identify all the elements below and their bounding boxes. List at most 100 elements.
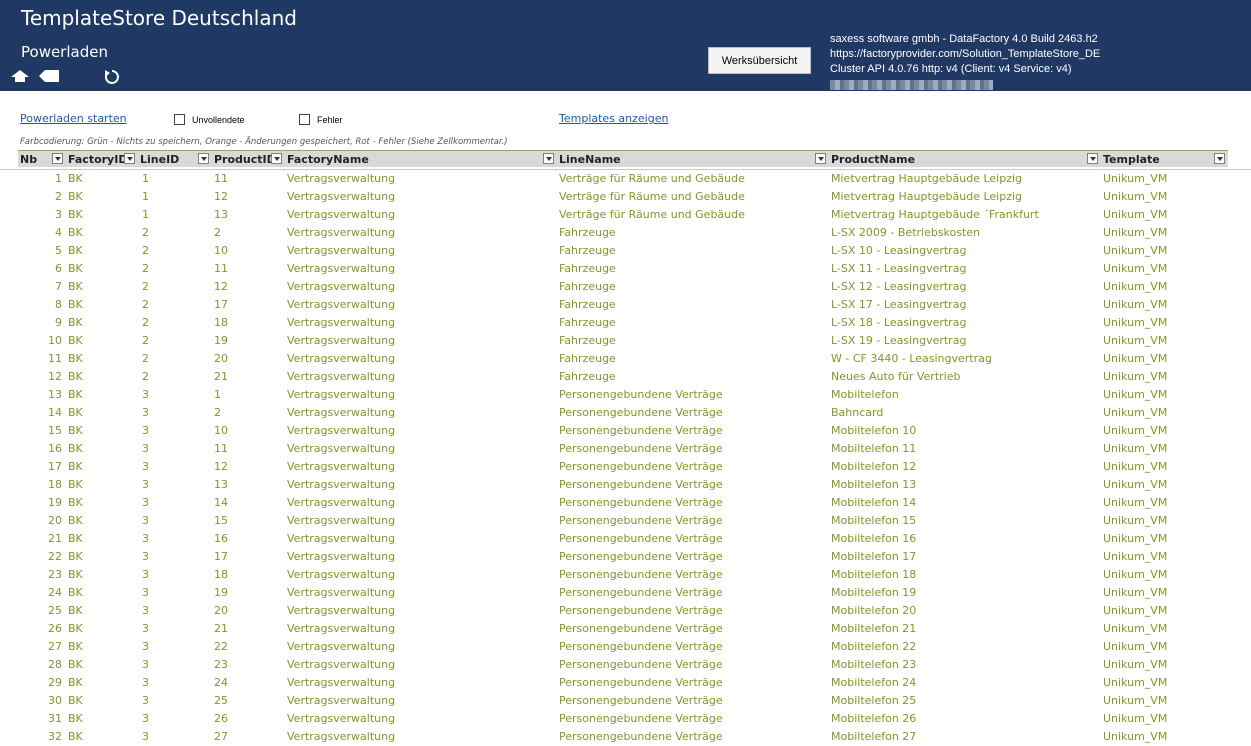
table-row[interactable]: 26 BK 3 21 Vertragsverwaltung Personengebunde…: [0, 620, 1251, 638]
cell-template: Unikum_VM: [1103, 370, 1168, 383]
cell-factory-id: BK: [68, 298, 83, 311]
table-row[interactable]: 8 BK 2 17 Vertragsverwaltung Fahrzeuge L-SX 17…: [0, 296, 1251, 314]
cell-template: Unikum_VM: [1103, 514, 1168, 527]
table-row[interactable]: 15 BK 3 10 Vertragsverwaltung Personengebunde…: [0, 422, 1251, 440]
table-row[interactable]: 18 BK 3 13 Vertragsverwaltung Personengebunde…: [0, 476, 1251, 494]
cell-product-id: 20: [214, 604, 228, 617]
show-templates-link[interactable]: Templates anzeigen: [559, 112, 668, 125]
cell-factory-id: BK: [68, 334, 83, 347]
cell-product-id: 13: [214, 478, 228, 491]
table-row[interactable]: 16 BK 3 11 Vertragsverwaltung Personengebunde…: [0, 440, 1251, 458]
table-row[interactable]: 29 BK 3 24 Vertragsverwaltung Personengebunde…: [0, 674, 1251, 692]
table-row[interactable]: 1 BK 1 11 Vertragsverwaltung Verträge für Räu…: [0, 170, 1251, 188]
refresh-icon[interactable]: [103, 68, 121, 86]
error-checkbox[interactable]: Fehler: [299, 114, 343, 125]
cell-product-name: Mietvertrag Hauptgebäude ´Frankfurt: [831, 208, 1039, 221]
cell-line-name: Verträge für Räume und Gebäude: [559, 208, 745, 221]
cell-line-name: Personengebundene Verträge: [559, 388, 723, 401]
cell-product-id: 13: [214, 208, 228, 221]
table-row[interactable]: 9 BK 2 18 Vertragsverwaltung Fahrzeuge L-SX 18…: [0, 314, 1251, 332]
info-line-2: https://factoryprovider.com/Solution_Tem…: [830, 48, 1101, 60]
cell-product-name: Mobiltelefon 18: [831, 568, 917, 581]
cell-line-id: 3: [142, 460, 149, 473]
cell-factory-name: Vertragsverwaltung: [287, 532, 396, 545]
table-row[interactable]: 17 BK 3 12 Vertragsverwaltung Personengebunde…: [0, 458, 1251, 476]
cell-line-name: Personengebundene Verträge: [559, 532, 723, 545]
table-row[interactable]: 25 BK 3 20 Vertragsverwaltung Personengebunde…: [0, 602, 1251, 620]
cell-line-name: Fahrzeuge: [559, 244, 616, 257]
table-row[interactable]: 10 BK 2 19 Vertragsverwaltung Fahrzeuge L-SX 1…: [0, 332, 1251, 350]
cell-line-id: 2: [142, 244, 149, 257]
table-row[interactable]: 12 BK 2 21 Vertragsverwaltung Fahrzeuge Neues …: [0, 368, 1251, 386]
table-row[interactable]: 27 BK 3 22 Vertragsverwaltung Personengebunde…: [0, 638, 1251, 656]
cell-factory-id: BK: [68, 568, 83, 581]
table-row[interactable]: 13 BK 3 1 Vertragsverwaltung Personengebunden…: [0, 386, 1251, 404]
cell-nb: 32: [48, 730, 62, 743]
cell-product-name: Mobiltelefon 14: [831, 496, 917, 509]
table-row[interactable]: 2 BK 1 12 Vertragsverwaltung Verträge für Räu…: [0, 188, 1251, 206]
cell-factory-name: Vertragsverwaltung: [287, 676, 396, 689]
cell-template: Unikum_VM: [1103, 388, 1168, 401]
cell-line-id: 3: [142, 514, 149, 527]
unfinished-checkbox[interactable]: Unvollendete: [174, 114, 245, 125]
cell-factory-name: Vertragsverwaltung: [287, 226, 396, 239]
cell-factory-id: BK: [68, 712, 83, 725]
home-icon[interactable]: [10, 68, 30, 84]
cell-template: Unikum_VM: [1103, 226, 1168, 239]
filter-dropdown-factory-name[interactable]: [543, 153, 554, 164]
checkbox-box[interactable]: [174, 114, 185, 125]
cell-nb: 30: [48, 694, 62, 707]
table-row[interactable]: 23 BK 3 18 Vertragsverwaltung Personengebunde…: [0, 566, 1251, 584]
table-row[interactable]: 14 BK 3 2 Vertragsverwaltung Personengebunden…: [0, 404, 1251, 422]
start-powerladen-link[interactable]: Powerladen starten: [20, 112, 127, 125]
cell-product-id: 17: [214, 550, 228, 563]
table-row[interactable]: 22 BK 3 17 Vertragsverwaltung Personengebunde…: [0, 548, 1251, 566]
cell-nb: 18: [48, 478, 62, 491]
cell-product-name: Bahncard: [831, 406, 884, 419]
table-row[interactable]: 32 BK 3 27 Vertragsverwaltung Personengebunde…: [0, 728, 1251, 746]
cell-line-name: Fahrzeuge: [559, 298, 616, 311]
table-row[interactable]: 11 BK 2 20 Vertragsverwaltung Fahrzeuge W - CF…: [0, 350, 1251, 368]
filter-dropdown-template[interactable]: [1214, 153, 1225, 164]
cell-factory-name: Vertragsverwaltung: [287, 712, 396, 725]
column-header-factory-name: FactoryName: [287, 152, 369, 166]
filter-dropdown-product-name[interactable]: [1087, 153, 1098, 164]
back-icon[interactable]: [38, 68, 60, 84]
table-row[interactable]: 19 BK 3 14 Vertragsverwaltung Personengebunde…: [0, 494, 1251, 512]
table-row[interactable]: 31 BK 3 26 Vertragsverwaltung Personengebunde…: [0, 710, 1251, 728]
cell-product-name: Mobiltelefon 10: [831, 424, 917, 437]
table-row[interactable]: 20 BK 3 15 Vertragsverwaltung Personengebunde…: [0, 512, 1251, 530]
cell-product-id: 21: [214, 370, 228, 383]
filter-dropdown-factory-id[interactable]: [124, 153, 135, 164]
cell-product-name: Mobiltelefon 26: [831, 712, 917, 725]
cell-template: Unikum_VM: [1103, 676, 1168, 689]
cell-factory-id: BK: [68, 352, 83, 365]
filter-dropdown-line-name[interactable]: [815, 153, 826, 164]
table-row[interactable]: 3 BK 1 13 Vertragsverwaltung Verträge für Räu…: [0, 206, 1251, 224]
checkbox-box[interactable]: [299, 114, 310, 125]
table-row[interactable]: 5 BK 2 10 Vertragsverwaltung Fahrzeuge L-SX 10…: [0, 242, 1251, 260]
cell-factory-name: Vertragsverwaltung: [287, 262, 396, 275]
table-row[interactable]: 7 BK 2 12 Vertragsverwaltung Fahrzeuge L-SX 12…: [0, 278, 1251, 296]
cell-product-name: Mobiltelefon 11: [831, 442, 917, 455]
overview-button[interactable]: Werksübersicht: [708, 47, 811, 74]
table-row[interactable]: 4 BK 2 2 Vertragsverwaltung Fahrzeuge L-SX 200…: [0, 224, 1251, 242]
cell-product-name: W - CF 3440 - Leasingvertrag: [831, 352, 992, 365]
toolbar: Powerladen starten Unvollendete Fehler T…: [0, 112, 1251, 128]
cell-product-id: 23: [214, 658, 228, 671]
filter-dropdown-line-id[interactable]: [198, 153, 209, 164]
cell-template: Unikum_VM: [1103, 262, 1168, 275]
filter-dropdown-nb[interactable]: [52, 153, 63, 164]
table-row[interactable]: 30 BK 3 25 Vertragsverwaltung Personengebunde…: [0, 692, 1251, 710]
cell-factory-name: Vertragsverwaltung: [287, 172, 396, 185]
table-row[interactable]: 24 BK 3 19 Vertragsverwaltung Personengebunde…: [0, 584, 1251, 602]
cell-nb: 13: [48, 388, 62, 401]
filter-dropdown-product-id[interactable]: [271, 153, 282, 164]
cell-nb: 20: [48, 514, 62, 527]
table-row[interactable]: 6 BK 2 11 Vertragsverwaltung Fahrzeuge L-SX 11…: [0, 260, 1251, 278]
table-row[interactable]: 28 BK 3 23 Vertragsverwaltung Personengebunde…: [0, 656, 1251, 674]
cell-nb: 22: [48, 550, 62, 563]
cell-line-id: 3: [142, 424, 149, 437]
cell-product-name: Mietvertrag Hauptgebäude Leipzig: [831, 172, 1023, 185]
table-row[interactable]: 21 BK 3 16 Vertragsverwaltung Personengebunde…: [0, 530, 1251, 548]
